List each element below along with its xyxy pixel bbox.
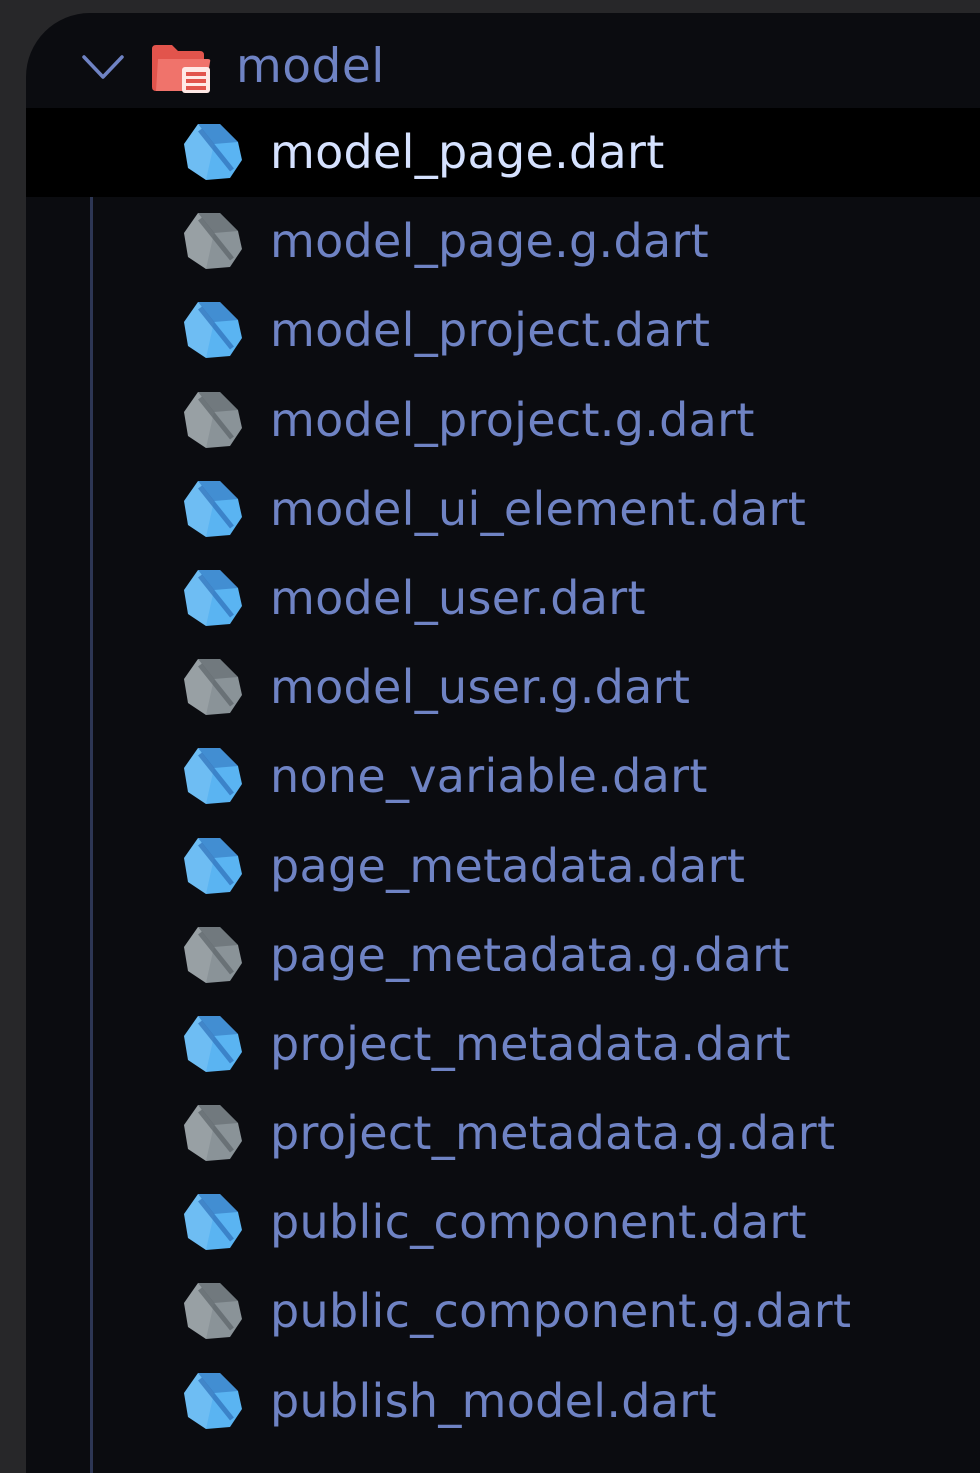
file-item[interactable]: page_metadata.dart: [26, 822, 980, 911]
chevron-down-icon[interactable]: [78, 47, 128, 87]
file-item[interactable]: model_user.dart: [26, 554, 980, 643]
dart-file-icon: [184, 1372, 242, 1429]
folder-label: model: [236, 39, 385, 94]
dart-generated-file-icon: [184, 659, 242, 716]
dart-file-icon: [184, 480, 242, 537]
file-item[interactable]: project_metadata.dart: [26, 1000, 980, 1089]
file-label: page_metadata.g.dart: [270, 927, 790, 982]
file-item[interactable]: project_metadata.g.dart: [26, 1089, 980, 1178]
dart-file-icon: [184, 748, 242, 805]
dart-generated-file-icon: [184, 1283, 242, 1340]
file-item[interactable]: none_variable.dart: [26, 732, 980, 821]
file-label: model_page.dart: [270, 125, 665, 179]
dart-generated-file-icon: [184, 926, 242, 983]
folder-open-icon: [152, 45, 211, 93]
file-label: public_component.g.dart: [270, 1284, 852, 1339]
file-item[interactable]: model_project.dart: [26, 286, 980, 375]
file-label: model_user.dart: [270, 570, 646, 625]
dart-file-icon: [184, 569, 242, 626]
file-label: model_user.g.dart: [270, 660, 691, 715]
file-label: project_metadata.dart: [270, 1016, 791, 1071]
file-item[interactable]: model_user.g.dart: [26, 643, 980, 732]
file-item[interactable]: model_page.g.dart: [26, 197, 980, 286]
dart-file-icon: [184, 302, 242, 359]
file-label: publish_model.dart: [270, 1373, 717, 1428]
dart-generated-file-icon: [184, 1105, 242, 1162]
file-item[interactable]: page_metadata.g.dart: [26, 911, 980, 1000]
dart-file-icon: [184, 837, 242, 894]
file-item[interactable]: public_component.g.dart: [26, 1267, 980, 1356]
dart-file-icon: [184, 1194, 242, 1251]
file-label: page_metadata.dart: [270, 838, 746, 893]
dart-generated-file-icon: [184, 213, 242, 270]
file-item[interactable]: model_project.g.dart: [26, 376, 980, 465]
file-label: project_metadata.g.dart: [270, 1106, 836, 1161]
file-label: model_project.g.dart: [270, 392, 755, 447]
file-item[interactable]: model_ui_element.dart: [26, 465, 980, 554]
file-label: model_ui_element.dart: [270, 481, 807, 536]
file-item[interactable]: publish_model.dart: [26, 1357, 980, 1446]
file-list: model_page.dart model_page.g.dart model_pr…: [26, 108, 980, 1446]
file-label: model_page.g.dart: [270, 214, 710, 269]
file-label: model_project.dart: [270, 303, 711, 358]
folder-row-model[interactable]: model: [26, 23, 980, 115]
file-label: public_component.dart: [270, 1195, 807, 1250]
file-explorer-panel: model model_page.dart model_page.g.dart mo…: [26, 13, 980, 1473]
dart-file-icon: [184, 1015, 242, 1072]
file-item[interactable]: model_page.dart: [26, 108, 980, 198]
dart-generated-file-icon: [184, 391, 242, 448]
file-label: none_variable.dart: [270, 749, 708, 804]
dart-file-icon: [184, 124, 242, 180]
file-item[interactable]: public_component.dart: [26, 1178, 980, 1267]
